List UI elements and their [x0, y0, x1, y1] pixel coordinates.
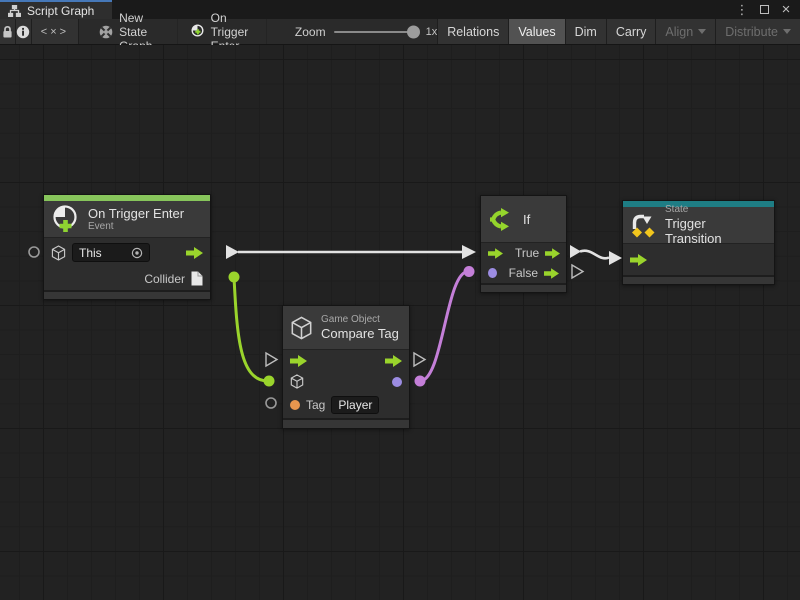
chevron-down-icon — [783, 29, 791, 34]
node-title: Trigger Transition — [665, 216, 764, 246]
node-on-trigger-enter[interactable]: On Trigger Enter Event This — [43, 194, 211, 300]
game-object-icon — [290, 316, 313, 340]
flow-input-port[interactable] — [290, 355, 307, 367]
dim-button[interactable]: Dim — [565, 19, 606, 44]
collider-output-port[interactable] — [191, 271, 203, 286]
node-footer — [44, 290, 210, 299]
graph-icon — [8, 5, 21, 17]
node-title: Compare Tag — [321, 326, 399, 341]
port-label: False — [509, 266, 538, 280]
flow-port-outer[interactable] — [266, 353, 277, 366]
node-title: On Trigger Enter — [88, 206, 184, 221]
carry-button[interactable]: Carry — [606, 19, 656, 44]
node-category: Game Object — [321, 314, 399, 325]
node-subtitle: Event — [88, 221, 184, 232]
tag-input-port-outer[interactable] — [266, 398, 276, 408]
zoom-slider[interactable] — [334, 31, 418, 33]
values-button[interactable]: Values — [508, 19, 564, 44]
flow-input-port[interactable] — [630, 254, 647, 266]
node-trigger-transition[interactable]: State Trigger Transition — [622, 200, 775, 285]
graph-toolbar: <×> New State Graph On Trigger Enter Zoo… — [0, 19, 800, 45]
branch-icon — [488, 206, 515, 233]
port-label: Tag — [306, 398, 325, 412]
chevron-down-icon — [698, 29, 706, 34]
breadcrumb-on-trigger-enter[interactable]: On Trigger Enter — [178, 19, 267, 44]
window-menu-button[interactable]: ⋮ — [734, 2, 750, 17]
zoom-value: 1x — [426, 26, 438, 38]
flow-port-outer[interactable] — [414, 353, 425, 366]
flow-output-port[interactable] — [186, 247, 203, 259]
toggle-group: Relations Values Dim Carry Align Distrib… — [437, 19, 800, 44]
wire-true-to-transition[interactable] — [570, 245, 622, 265]
state-graph-icon — [99, 25, 113, 39]
zoom-label: Zoom — [295, 25, 326, 39]
flow-input-port[interactable] — [488, 248, 503, 259]
string-input-port[interactable] — [290, 400, 300, 410]
true-output-port[interactable] — [545, 248, 560, 259]
port-label: Collider — [144, 272, 185, 286]
info-icon — [16, 25, 30, 39]
code-view-button[interactable]: <×> — [32, 19, 79, 44]
node-if[interactable]: If True False — [480, 195, 567, 293]
tag-value-field[interactable]: Player — [331, 396, 379, 414]
distribute-dropdown[interactable]: Distribute — [715, 19, 800, 44]
wire-comparetag-to-if[interactable] — [415, 266, 475, 387]
node-footer — [481, 283, 566, 292]
node-title: If — [523, 212, 530, 227]
align-dropdown[interactable]: Align — [655, 19, 715, 44]
target-picker-icon[interactable] — [131, 247, 143, 259]
graph-canvas[interactable]: On Trigger Enter Event This — [0, 45, 800, 600]
event-icon — [190, 24, 205, 39]
lock-button[interactable] — [0, 19, 16, 44]
zoom-slider-knob[interactable] — [407, 25, 420, 38]
node-category: State — [665, 204, 764, 215]
false-port-outer[interactable] — [572, 265, 583, 278]
lock-icon — [1, 25, 14, 39]
maximize-icon — [760, 5, 769, 14]
condition-input-port[interactable] — [488, 268, 497, 278]
flow-output-port[interactable] — [385, 355, 402, 367]
bool-output-port[interactable] — [392, 377, 402, 387]
wire-trigger-to-if[interactable] — [226, 245, 476, 259]
game-object-icon — [51, 245, 66, 261]
node-footer — [283, 418, 409, 428]
game-object-input-port[interactable] — [290, 374, 304, 389]
close-button[interactable]: × — [778, 2, 794, 17]
node-footer — [623, 275, 774, 284]
target-field[interactable]: This — [72, 243, 150, 262]
tab-label: Script Graph — [27, 4, 94, 18]
tab-script-graph[interactable]: Script Graph — [0, 0, 112, 19]
maximize-button[interactable] — [756, 2, 772, 17]
zoom-control: Zoom 1x — [295, 19, 437, 44]
relations-button[interactable]: Relations — [437, 19, 508, 44]
info-button[interactable] — [16, 19, 32, 44]
node-compare-tag[interactable]: Game Object Compare Tag — [282, 305, 410, 429]
transition-icon — [630, 212, 657, 239]
breadcrumb: New State Graph On Trigger Enter — [87, 19, 267, 44]
wire-collider-to-comparetag[interactable] — [229, 272, 275, 387]
breadcrumb-new-state-graph[interactable]: New State Graph — [87, 19, 178, 44]
port-label: True — [515, 246, 539, 260]
false-output-port[interactable] — [544, 268, 559, 279]
event-icon — [51, 204, 80, 234]
this-input-port-outer[interactable] — [29, 247, 39, 257]
window-controls: ⋮ × — [734, 0, 800, 19]
